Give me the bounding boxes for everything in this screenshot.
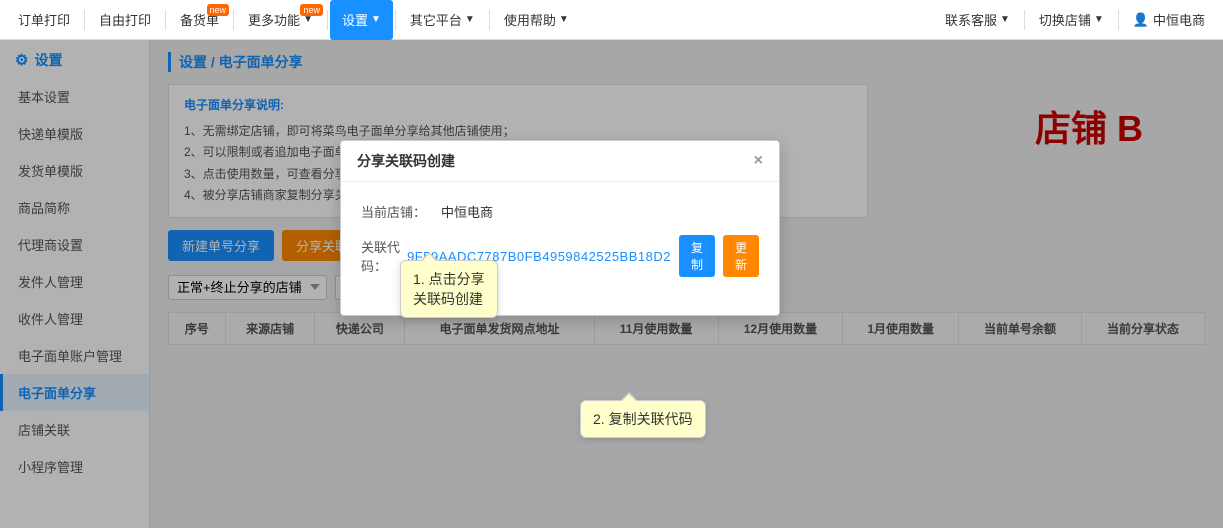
new-badge: new [207,4,230,16]
nav-settings[interactable]: 设置 ▼ [330,0,393,40]
content-area: 设置 / 电子面单分享 店铺 B 电子面单分享说明: 1、无需绑定店铺，即可将菜… [150,40,1223,528]
modal-overlay: 分享关联码创建 × 当前店铺： 中恒电商 关联代码： 9F59AADC7787B… [150,40,1223,528]
nav-separator [1118,10,1119,30]
nav-separator [165,10,166,30]
modal-close-button[interactable]: × [754,152,763,170]
nav-separator [1024,10,1025,30]
modal-header: 分享关联码创建 × [341,141,779,182]
modal-store-value: 中恒电商 [441,202,493,221]
modal-title: 分享关联码创建 [357,151,455,171]
tooltip-1-line2: 关联码创建 [413,289,485,309]
chevron-down-icon: ▼ [465,14,475,25]
nav-separator [233,10,234,30]
tooltip-1: 1. 点击分享 关联码创建 [400,260,498,318]
modal-store-row: 当前店铺： 中恒电商 [361,202,759,221]
chevron-down-icon: ▼ [303,14,313,25]
top-nav: 订单打印 自由打印 备货单 new 更多功能 new ▼ 设置 ▼ 其它平台 ▼… [0,0,1223,40]
chevron-down-icon: ▼ [1000,14,1010,25]
nav-right: 联系客服 ▼ 切换店铺 ▼ 👤 中恒电商 [933,0,1217,40]
user-icon: 👤 [1133,12,1149,28]
nav-other-platform[interactable]: 其它平台 ▼ [398,0,487,40]
chevron-down-icon: ▼ [559,14,569,25]
nav-order-print[interactable]: 订单打印 [6,0,82,40]
modal-store-label: 当前店铺： [361,202,441,221]
nav-customer-service[interactable]: 联系客服 ▼ [933,0,1022,40]
tooltip-1-line1: 1. 点击分享 [413,269,485,289]
chevron-down-icon: ▼ [371,14,381,25]
nav-separator [395,10,396,30]
refresh-code-button[interactable]: 更新 [723,235,759,277]
nav-free-print[interactable]: 自由打印 [87,0,163,40]
nav-stock[interactable]: 备货单 new [168,0,231,40]
copy-code-button[interactable]: 复制 [679,235,715,277]
nav-user[interactable]: 👤 中恒电商 [1121,0,1217,40]
tooltip-2: 2. 复制关联代码 [580,400,706,438]
main-layout: ⚙ 设置 基本设置 快递单模版 发货单模版 商品简称 代理商设置 发件人管理 收… [0,40,1223,528]
chevron-down-icon: ▼ [1094,14,1104,25]
nav-separator [489,10,490,30]
nav-separator [327,10,328,30]
new-badge: new [300,4,323,16]
nav-separator [84,10,85,30]
nav-more-features[interactable]: 更多功能 new ▼ [236,0,325,40]
nav-help[interactable]: 使用帮助 ▼ [492,0,581,40]
nav-switch-store[interactable]: 切换店铺 ▼ [1027,0,1116,40]
